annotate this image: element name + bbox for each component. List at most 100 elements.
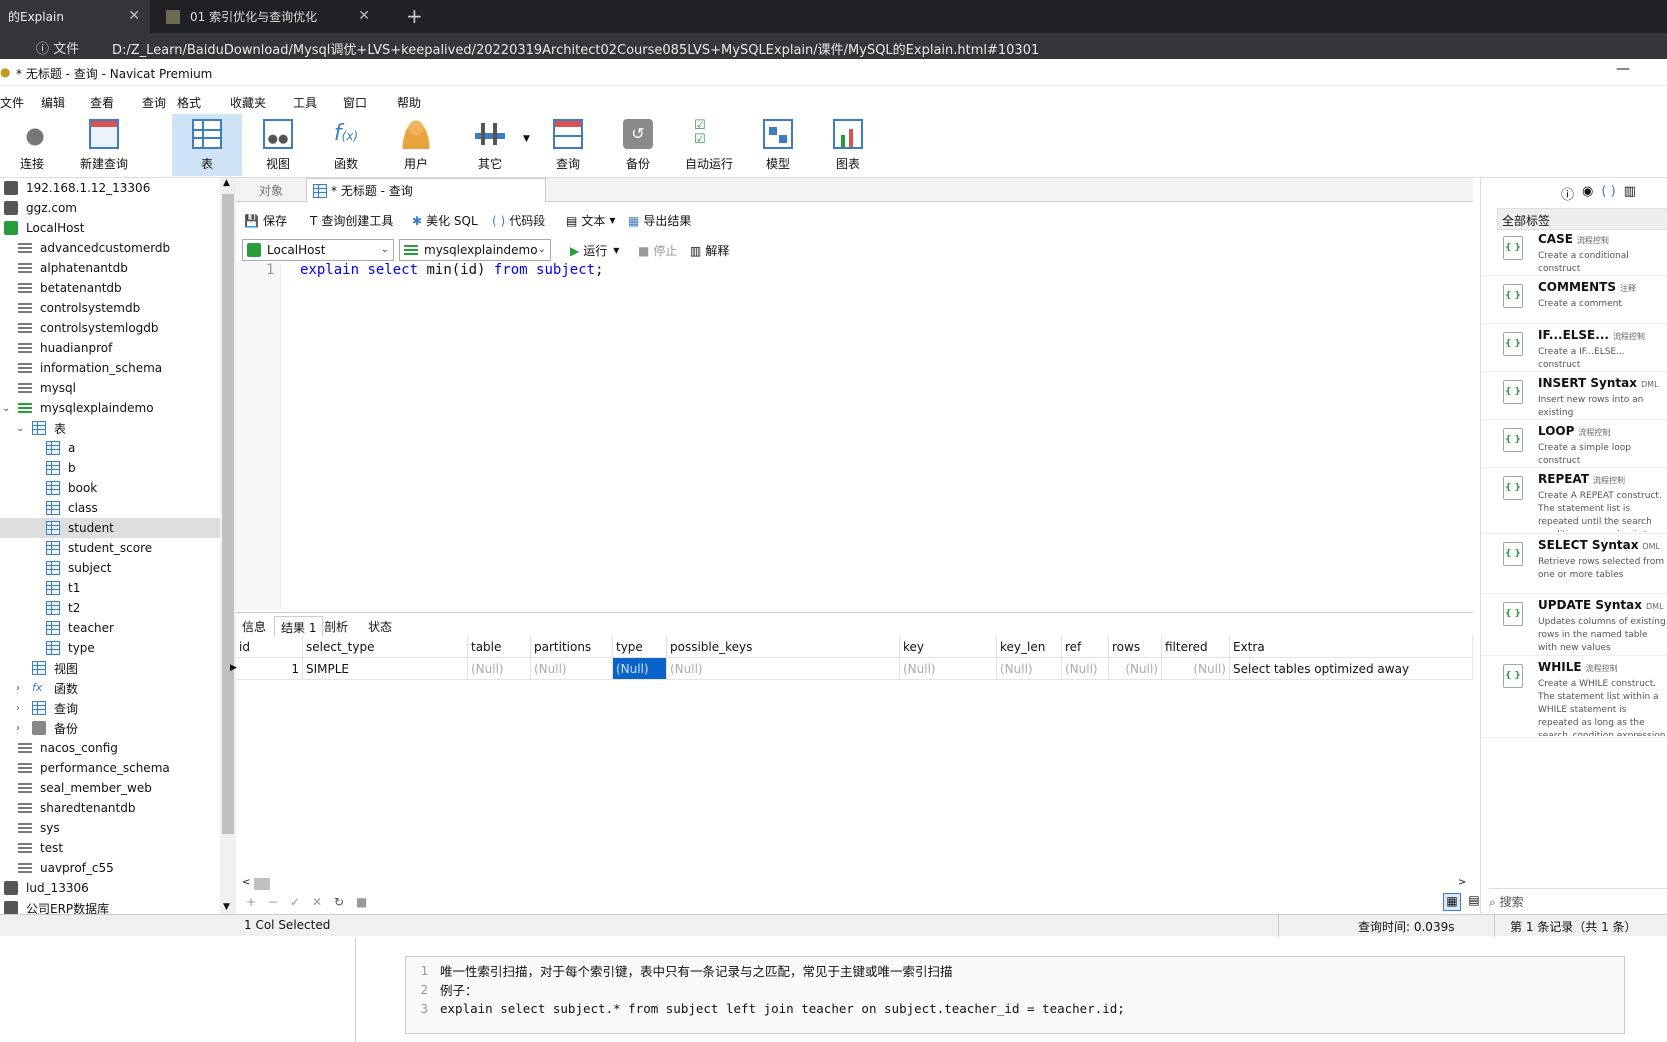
tab-query[interactable]: * 无标题 - 查询 xyxy=(306,178,546,202)
tab-result-1[interactable]: 结果 1 xyxy=(274,616,324,636)
chevron-left-icon[interactable]: < xyxy=(242,877,250,888)
url-text[interactable]: D:/Z_Learn/BaiduDownload/Mysql调优+LVS+kee… xyxy=(112,39,1039,58)
table-cell[interactable]: (Null) xyxy=(1162,658,1230,680)
tree-item[interactable]: betatenantdb xyxy=(0,278,220,298)
chevron-down-icon[interactable]: ⌄ xyxy=(16,423,24,434)
tree-item[interactable]: lud_13306 xyxy=(0,878,220,898)
column-header-partitions[interactable]: partitions xyxy=(531,636,613,658)
column-header-type[interactable]: type xyxy=(613,636,667,658)
table-cell[interactable]: SIMPLE xyxy=(303,658,468,680)
explain-button[interactable]: ▥ 解释 xyxy=(690,242,729,259)
tree-item[interactable]: huadianprof xyxy=(0,338,220,358)
tree-scrollbar[interactable]: ▲ ▼ xyxy=(220,178,236,916)
eye-icon[interactable]: ◉ xyxy=(1582,184,1593,203)
tree-item[interactable]: › 备份 xyxy=(0,718,220,738)
table-cell[interactable]: 1 xyxy=(236,658,303,680)
chevron-down-icon[interactable]: ▼ xyxy=(223,902,230,912)
chevron-right-icon[interactable]: › xyxy=(16,723,20,734)
tree-item[interactable]: performance_schema xyxy=(0,758,220,778)
tree-item[interactable]: alphatenantdb xyxy=(0,258,220,278)
chevron-down-icon[interactable]: ▼ xyxy=(523,134,530,144)
backup-button[interactable]: ↺ 备份 xyxy=(606,114,670,176)
chart-button[interactable]: 图表 xyxy=(816,114,880,176)
tree-item[interactable]: controlsystemlogdb xyxy=(0,318,220,338)
browser-tab-explain[interactable]: 的Explain ✕ xyxy=(0,0,150,33)
run-button[interactable]: ▶ 运行 ▼ xyxy=(570,242,619,259)
tag-filter-select[interactable]: 全部标签 xyxy=(1497,208,1667,230)
stop-icon[interactable]: ■ xyxy=(356,895,367,909)
tree-item[interactable]: › 查询 xyxy=(0,698,220,718)
table-cell[interactable]: (Null) xyxy=(900,658,997,680)
snippet-item[interactable]: { } REPEAT 流程控制 Create A REPEAT construct. … xyxy=(1481,468,1667,534)
stop-button[interactable]: ■ 停止 xyxy=(638,242,677,259)
query-builder-button[interactable]: T 查询创建工具 xyxy=(310,212,393,229)
connection-select[interactable]: LocalHost ⌄ xyxy=(242,239,394,261)
model-button[interactable]: 模型 xyxy=(746,114,810,176)
beautify-sql-button[interactable]: ✱ 美化 SQL xyxy=(412,212,478,229)
sql-editor[interactable]: 1 explain select min(id) from subject; xyxy=(236,262,1473,610)
table-cell[interactable]: (Null) xyxy=(667,658,900,680)
tree-item[interactable]: nacos_config xyxy=(0,738,220,758)
menu-tools[interactable]: 工具 xyxy=(293,94,317,111)
tab-result-3[interactable]: 状态 xyxy=(362,616,398,636)
save-button[interactable]: 💾 保存 xyxy=(244,212,287,229)
delete-row-icon[interactable]: − xyxy=(268,895,278,909)
tree-item[interactable]: ⌄ mysqlexplaindemo xyxy=(0,398,220,418)
menu-edit[interactable]: 编辑 xyxy=(41,94,65,111)
tab-objects[interactable]: 对象 xyxy=(236,178,306,202)
user-button[interactable]: 用户 xyxy=(384,114,448,176)
snippet-item[interactable]: { } INSERT Syntax DML Insert new rows into … xyxy=(1481,372,1667,420)
new-tab-icon[interactable]: + xyxy=(406,4,423,28)
text-button[interactable]: ▤ 文本 ▼ xyxy=(566,212,616,229)
tree-item[interactable]: LocalHost xyxy=(0,218,220,238)
minimize-icon[interactable]: — xyxy=(1616,61,1630,77)
table-cell[interactable]: (Null) xyxy=(997,658,1062,680)
chevron-down-icon[interactable]: ▼ xyxy=(613,246,619,255)
horizontal-scrollbar[interactable]: < > xyxy=(236,876,1473,892)
chevron-up-icon[interactable]: ▲ xyxy=(223,178,230,188)
tree-item[interactable]: uavprof_c55 xyxy=(0,858,220,878)
snippet-item[interactable]: { } LOOP 流程控制 Create a simple loop construc… xyxy=(1481,420,1667,468)
table-cell[interactable]: (Null) xyxy=(613,658,667,680)
result-grid[interactable]: id select_type table partitions type possible… xyxy=(230,636,1473,876)
close-icon[interactable]: ✕ xyxy=(128,8,140,24)
chevron-down-icon[interactable]: ⌄ xyxy=(2,403,10,414)
tree-item[interactable]: sys xyxy=(0,818,220,838)
column-header-select_type[interactable]: select_type xyxy=(303,636,468,658)
tree-item[interactable]: student_score xyxy=(0,538,220,558)
chevron-right-icon[interactable]: › xyxy=(16,703,20,714)
table-cell[interactable]: (Null) xyxy=(1062,658,1109,680)
tree-item[interactable]: class xyxy=(0,498,220,518)
discard-icon[interactable]: ✕ xyxy=(312,895,322,909)
add-row-icon[interactable]: + xyxy=(246,895,256,909)
grid-view-icon[interactable]: ▦ xyxy=(1443,893,1461,911)
connect-button[interactable]: 连接 xyxy=(0,114,64,176)
table-cell[interactable]: (Null) xyxy=(468,658,531,680)
tree-item[interactable]: test xyxy=(0,838,220,858)
tree-item[interactable]: subject xyxy=(0,558,220,578)
tree-item[interactable]: ⌄ 表 xyxy=(0,418,220,438)
column-header-id[interactable]: id xyxy=(236,636,303,658)
apply-icon[interactable]: ✓ xyxy=(290,895,300,909)
column-header-ref[interactable]: ref xyxy=(1062,636,1109,658)
table-cell[interactable]: Select tables optimized away xyxy=(1230,658,1473,680)
tree-item[interactable]: book xyxy=(0,478,220,498)
column-header-table[interactable]: table xyxy=(468,636,531,658)
chevron-right-icon[interactable]: › xyxy=(16,683,20,694)
new-query-button[interactable]: 新建查询 xyxy=(70,114,138,176)
query-button[interactable]: 查询 xyxy=(536,114,600,176)
tab-result-2[interactable]: 剖析 xyxy=(318,616,354,636)
snippet-item[interactable]: { } CASE 流程控制 Create a conditional construc… xyxy=(1481,228,1667,276)
tree-item[interactable]: 视图 xyxy=(0,658,220,678)
other-button[interactable]: 其它 xyxy=(458,114,522,176)
export-result-button[interactable]: ▦ 导出结果 xyxy=(628,212,691,229)
tab-result-0[interactable]: 信息 xyxy=(236,616,272,636)
tree-item[interactable]: controlsystemdb xyxy=(0,298,220,318)
braces-icon[interactable]: ( ) xyxy=(1601,184,1615,203)
tree-item[interactable]: › fx 函数 xyxy=(0,678,220,698)
menu-query[interactable]: 查询 xyxy=(142,94,166,111)
view-button[interactable]: 视图 xyxy=(246,114,310,176)
column-header-key_len[interactable]: key_len xyxy=(997,636,1062,658)
tree-item[interactable]: advancedcustomerdb xyxy=(0,238,220,258)
refresh-icon[interactable]: ↻ xyxy=(334,895,344,909)
